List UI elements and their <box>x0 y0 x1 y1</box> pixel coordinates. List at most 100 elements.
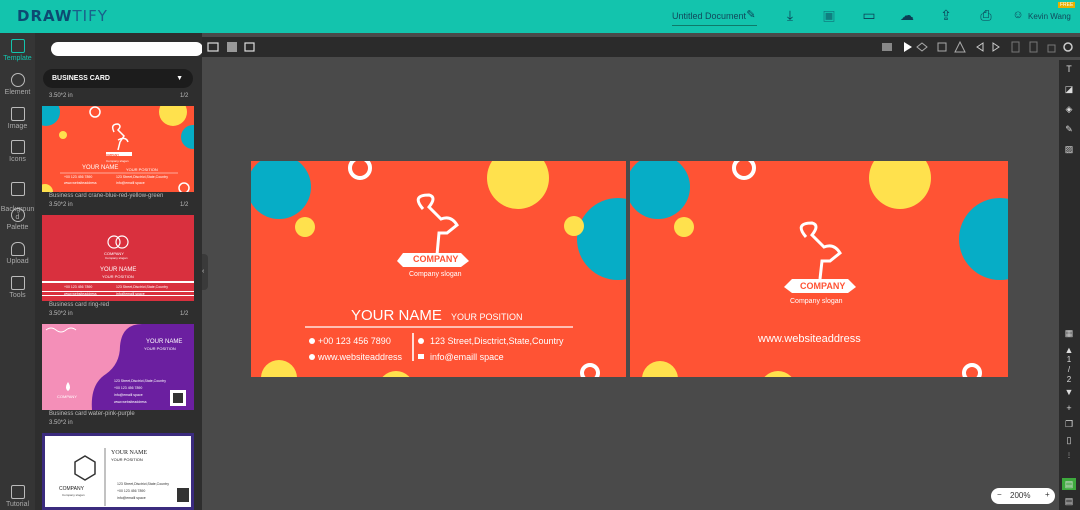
print-icon[interactable]: ⎙ <box>977 7 995 23</box>
card-slogan[interactable]: Company slogan <box>409 271 462 278</box>
trash-icon[interactable] <box>1029 41 1038 53</box>
image-edit-icon[interactable]: ▨ <box>1062 143 1076 155</box>
search-input[interactable] <box>51 42 202 56</box>
thumb-phone: +00 123 456 7890 <box>64 285 93 289</box>
card-your-name[interactable]: YOUR NAME <box>351 307 442 324</box>
text-icon[interactable]: T <box>1062 63 1076 75</box>
thumb-phone: +00 123 456 7890 <box>64 175 93 179</box>
card-back-website[interactable]: www.websiteaddress <box>758 333 861 345</box>
save-icon[interactable]: ▣ <box>820 7 838 23</box>
category-select[interactable]: BUSINESS CARD ▼ <box>43 69 193 88</box>
nav-label: Element <box>4 89 31 96</box>
fill-icon[interactable]: ◈ <box>1062 103 1076 115</box>
app-logo[interactable]: DRAWTIFY <box>17 7 108 25</box>
nav-label: Template <box>3 55 32 62</box>
zoom-control: − 200% + <box>991 488 1055 504</box>
thumb-slogan: Company slogan <box>106 159 129 163</box>
nav-image[interactable]: Image <box>0 107 35 130</box>
nav-icons[interactable]: Icons <box>0 140 35 163</box>
thumb-your-position: YOUR POSITION <box>126 167 158 172</box>
card-back[interactable]: COMPANY Company slogan www.websiteaddres… <box>630 161 1008 377</box>
card-address[interactable]: 123 Street,Disctrict,State,Country <box>430 336 564 346</box>
template-thumbnail[interactable]: YOUR NAME YOUR POSITION COMPANY 123 Stre… <box>42 324 194 410</box>
shape-icon[interactable]: ◪ <box>1062 83 1076 95</box>
flip-icon[interactable] <box>954 40 966 53</box>
card-website[interactable]: www.websiteaddress <box>318 352 402 362</box>
copy-icon[interactable] <box>1011 41 1020 53</box>
settings-icon[interactable] <box>1063 42 1073 52</box>
zoom-out-button[interactable]: − <box>997 490 1002 499</box>
card-company[interactable]: COMPANY <box>413 254 458 264</box>
template-size: 3.50*2 in <box>49 420 73 426</box>
template-size: 3.50*2 in <box>49 202 73 208</box>
thumb-street: 123 Street,Disctrict,State,Country <box>116 175 168 179</box>
layers-icon[interactable] <box>916 42 928 52</box>
top-bar: DRAWTIFY Untitled Document ✎ ⤓ ▣ ▭ ☁ ⇪ ⎙… <box>0 0 1080 33</box>
grid-icon[interactable]: ▦ <box>1062 327 1076 339</box>
user-icon[interactable]: ☺ <box>1011 7 1025 23</box>
user-name[interactable]: Kevin Wang <box>1028 12 1071 21</box>
nav-upload[interactable]: Upload <box>0 242 35 265</box>
thumb-phone: +00 123 456 7890 <box>114 386 143 390</box>
nav-template[interactable]: Template <box>0 39 35 62</box>
position-icon[interactable] <box>937 42 947 52</box>
element-icon <box>10 73 25 87</box>
redo-icon[interactable] <box>992 42 1000 52</box>
card-phone[interactable]: +00 123 456 7890 <box>318 336 391 346</box>
thumb-your-position: YOUR POSITION <box>102 274 134 279</box>
document-title[interactable]: Untitled Document <box>672 11 746 21</box>
thumb-web: www.websiteaddress <box>64 292 97 296</box>
thumb-phone: +00 123 456 7890 <box>117 489 146 493</box>
card-back-slogan[interactable]: Company slogan <box>790 298 843 305</box>
chevron-down-icon: ▼ <box>176 75 183 82</box>
layout-icon[interactable] <box>207 42 219 52</box>
exit-icon[interactable] <box>244 42 255 52</box>
thumb-info: info@emaill space <box>117 496 146 500</box>
zoom-value[interactable]: 200% <box>1010 491 1030 500</box>
template-thumbnail[interactable]: COMPANY Company slogan YOUR NAME YOUR PO… <box>42 433 194 510</box>
thumb-your-name: YOUR NAME <box>146 339 183 345</box>
delete-page-icon[interactable]: ▯ <box>1062 434 1076 446</box>
thumb-slogan: Company slogan <box>62 493 85 497</box>
nav-element[interactable]: Element <box>0 73 35 96</box>
collapse-panel-button[interactable]: ‹ <box>202 254 208 290</box>
template-thumbnail[interactable]: COMPANY Company slogan YOUR NAME YOUR PO… <box>42 106 194 192</box>
download-icon[interactable]: ⤓ <box>781 7 799 23</box>
share-icon[interactable]: ⇪ <box>937 7 955 23</box>
tutorial-icon <box>10 485 25 499</box>
book-icon[interactable]: ▤ <box>1062 478 1076 490</box>
add-page-icon[interactable]: + <box>1062 402 1076 414</box>
template-size: 3.50*2 in <box>49 311 73 317</box>
pencil-icon[interactable]: ✎ <box>742 7 760 23</box>
thumb-slogan: Company slogan <box>105 256 128 260</box>
page-down-icon[interactable]: ▼ <box>1062 386 1076 398</box>
nav-palette[interactable]: Palette <box>0 208 35 231</box>
notes-icon[interactable]: ▤ <box>1062 495 1076 507</box>
thumb-company: COMPANY <box>104 153 120 157</box>
template-pages: 1/2 <box>180 93 189 99</box>
upload-icon <box>10 242 25 256</box>
card-your-position[interactable]: YOUR POSITION <box>451 312 523 322</box>
card-back-company[interactable]: COMPANY <box>800 281 845 291</box>
video-icon[interactable] <box>882 43 892 51</box>
cloud-icon[interactable]: ☁ <box>898 7 916 23</box>
color-icon[interactable] <box>227 42 237 52</box>
duplicate-page-icon[interactable]: ❐ <box>1062 418 1076 430</box>
undo-icon[interactable] <box>976 42 984 52</box>
card-front[interactable]: COMPANY Company slogan YOUR NAME YOUR PO… <box>251 161 626 377</box>
template-thumbnail[interactable]: COMPANY Company slogan YOUR NAME YOUR PO… <box>42 215 194 301</box>
play-icon[interactable] <box>904 42 912 52</box>
zoom-in-button[interactable]: + <box>1045 490 1050 499</box>
toolbar-icons <box>207 40 1073 53</box>
nav-tutorial[interactable]: Tutorial <box>0 485 35 508</box>
template-panel: BUSINESS CARD ▼ 3.50*2 in 1/2 COMPANY Co… <box>35 33 202 510</box>
thumb-info: info@emaill space <box>116 181 145 185</box>
card-email[interactable]: info@emaill space <box>430 352 504 362</box>
nav-tools[interactable]: Tools <box>0 276 35 299</box>
lock-icon[interactable] <box>1047 44 1056 53</box>
brush-icon[interactable]: ✎ <box>1062 123 1076 135</box>
present-icon[interactable]: ▭ <box>860 7 878 23</box>
template-pages: 1/2 <box>180 202 189 208</box>
thumb-your-position: YOUR POSITION <box>144 346 176 351</box>
dots-icon[interactable]: ⋮ <box>1062 450 1076 462</box>
